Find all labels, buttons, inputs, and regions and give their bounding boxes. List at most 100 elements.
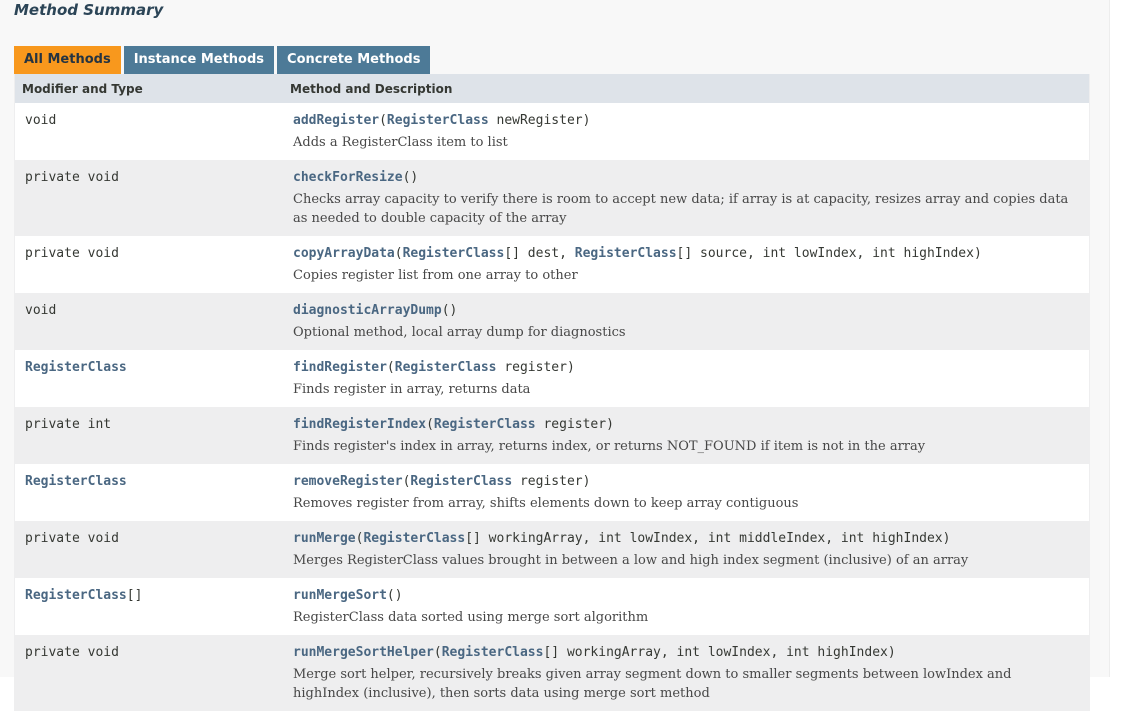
type-text: void bbox=[25, 113, 57, 128]
param-type-link[interactable]: RegisterClass bbox=[442, 645, 544, 660]
method-name-link[interactable]: findRegisterIndex bbox=[293, 417, 426, 432]
param-type-link[interactable]: RegisterClass bbox=[403, 246, 505, 261]
modifier-and-type: private int bbox=[15, 417, 293, 456]
method-description: Adds a RegisterClass item to list bbox=[293, 135, 508, 150]
signature-text: newRegister) bbox=[488, 113, 591, 128]
method-signature: findRegister(RegisterClass register) bbox=[293, 360, 1079, 376]
tab-all-methods[interactable]: All Methods bbox=[14, 46, 121, 74]
method-name-link[interactable]: findRegister bbox=[293, 360, 387, 375]
modifier-and-type: RegisterClass bbox=[15, 474, 293, 513]
method-signature: checkForResize() bbox=[293, 170, 1079, 186]
method-and-description: runMerge(RegisterClass[] workingArray, i… bbox=[293, 531, 1089, 570]
method-name-link[interactable]: addRegister bbox=[293, 113, 379, 128]
modifier-and-type: private void bbox=[15, 170, 293, 228]
column-header-method-description: Method and Description bbox=[290, 81, 453, 96]
method-description: Optional method, local array dump for di… bbox=[293, 325, 626, 340]
param-type-link[interactable]: RegisterClass bbox=[575, 246, 677, 261]
modifier-and-type: private void bbox=[15, 531, 293, 570]
type-text: private void bbox=[25, 645, 119, 660]
modifier-and-type: private void bbox=[15, 645, 293, 703]
type-text: private void bbox=[25, 246, 119, 261]
method-description: RegisterClass data sorted using merge so… bbox=[293, 610, 649, 625]
section-title: Method Summary bbox=[14, 1, 164, 19]
column-header-modifier-type: Modifier and Type bbox=[22, 81, 143, 96]
table-row: private void checkForResize() Checks array… bbox=[15, 160, 1089, 236]
method-signature: findRegisterIndex(RegisterClass register… bbox=[293, 417, 1079, 433]
tab-instance-methods[interactable]: Instance Methods bbox=[123, 46, 275, 74]
signature-text: [] source, int lowIndex, int highIndex) bbox=[676, 246, 982, 261]
param-type-link[interactable]: RegisterClass bbox=[434, 417, 536, 432]
method-signature: addRegister(RegisterClass newRegister) bbox=[293, 113, 1079, 129]
signature-text: ( bbox=[426, 417, 434, 432]
method-and-description: findRegister(RegisterClass register) Find… bbox=[293, 360, 1089, 399]
modifier-and-type: void bbox=[15, 303, 293, 342]
type-text: private int bbox=[25, 417, 112, 432]
method-name-link[interactable]: copyArrayData bbox=[293, 246, 395, 261]
method-signature: copyArrayData(RegisterClass[] dest, Regi… bbox=[293, 246, 1079, 262]
method-and-description: runMergeSortHelper(RegisterClass[] worki… bbox=[293, 645, 1089, 703]
method-description: Copies register list from one array to o… bbox=[293, 268, 578, 283]
method-and-description: checkForResize() Checks array capacity to… bbox=[293, 170, 1089, 228]
method-summary-table: Modifier and Type Method and Description… bbox=[14, 74, 1090, 711]
modifier-and-type: private void bbox=[15, 246, 293, 285]
signature-text: ( bbox=[394, 246, 403, 261]
method-description: Checks array capacity to verify there is… bbox=[293, 192, 1069, 226]
method-description: Finds register in array, returns data bbox=[293, 382, 531, 397]
method-and-description: addRegister(RegisterClass newRegister) Ad… bbox=[293, 113, 1089, 152]
table-row: RegisterClass removeRegister(RegisterClas… bbox=[15, 464, 1089, 521]
table-row: private int findRegisterIndex(RegisterCla… bbox=[15, 407, 1089, 464]
param-type-link[interactable]: RegisterClass bbox=[363, 531, 465, 546]
method-summary-panel: Method Summary All Methods Instance Meth… bbox=[0, 0, 1110, 711]
table-header: Modifier and Type Method and Description bbox=[15, 74, 1089, 103]
signature-text: () bbox=[402, 170, 419, 185]
method-signature: runMergeSort() bbox=[293, 588, 1079, 604]
type-link[interactable]: RegisterClass bbox=[25, 474, 127, 489]
method-description: Finds register's index in array, returns… bbox=[293, 439, 926, 454]
param-type-link[interactable]: RegisterClass bbox=[395, 360, 497, 375]
method-signature: runMergeSortHelper(RegisterClass[] worki… bbox=[293, 645, 1079, 661]
method-signature: removeRegister(RegisterClass register) bbox=[293, 474, 1079, 490]
signature-text: register) bbox=[535, 417, 614, 432]
table-row: private void runMergeSortHelper(RegisterC… bbox=[15, 635, 1089, 711]
method-and-description: diagnosticArrayDump() Optional method, lo… bbox=[293, 303, 1089, 342]
method-name-link[interactable]: runMergeSort bbox=[293, 588, 387, 603]
modifier-and-type: RegisterClass bbox=[15, 360, 293, 399]
table-row: void addRegister(RegisterClass newRegiste… bbox=[15, 103, 1089, 160]
method-name-link[interactable]: runMerge bbox=[293, 531, 356, 546]
method-and-description: runMergeSort() RegisterClass data sorted … bbox=[293, 588, 1089, 627]
method-description: Removes register from array, shifts elem… bbox=[293, 496, 799, 511]
type-text: private void bbox=[25, 531, 119, 546]
table-body: void addRegister(RegisterClass newRegiste… bbox=[15, 103, 1089, 711]
modifier-and-type: void bbox=[15, 113, 293, 152]
signature-text: ( bbox=[386, 360, 395, 375]
type-suffix: [] bbox=[126, 588, 143, 603]
modifier-and-type: RegisterClass[] bbox=[15, 588, 293, 627]
type-link[interactable]: RegisterClass bbox=[25, 360, 127, 375]
method-signature: diagnosticArrayDump() bbox=[293, 303, 1079, 319]
method-description: Merge sort helper, recursively breaks gi… bbox=[293, 667, 1012, 701]
signature-text: register) bbox=[496, 360, 575, 375]
param-type-link[interactable]: RegisterClass bbox=[387, 113, 489, 128]
signature-text: () bbox=[386, 588, 403, 603]
signature-text: () bbox=[441, 303, 458, 318]
param-type-link[interactable]: RegisterClass bbox=[410, 474, 512, 489]
method-name-link[interactable]: checkForResize bbox=[293, 170, 403, 185]
method-and-description: findRegisterIndex(RegisterClass register… bbox=[293, 417, 1089, 456]
method-description: Merges RegisterClass values brought in b… bbox=[293, 553, 969, 568]
table-row: private void runMerge(RegisterClass[] wor… bbox=[15, 521, 1089, 578]
signature-text: register) bbox=[512, 474, 591, 489]
method-and-description: copyArrayData(RegisterClass[] dest, Regi… bbox=[293, 246, 1089, 285]
signature-text: [] dest, bbox=[504, 246, 575, 261]
method-tabs: All Methods Instance Methods Concrete Me… bbox=[14, 46, 433, 74]
signature-text: ( bbox=[433, 645, 442, 660]
method-name-link[interactable]: diagnosticArrayDump bbox=[293, 303, 442, 318]
method-name-link[interactable]: runMergeSortHelper bbox=[293, 645, 434, 660]
signature-text: [] workingArray, int lowIndex, int highI… bbox=[543, 645, 896, 660]
table-row: RegisterClass findRegister(RegisterClass … bbox=[15, 350, 1089, 407]
table-row: RegisterClass[] runMergeSort() RegisterCla… bbox=[15, 578, 1089, 635]
type-text: private void bbox=[25, 170, 119, 185]
method-and-description: removeRegister(RegisterClass register) Re… bbox=[293, 474, 1089, 513]
tab-concrete-methods[interactable]: Concrete Methods bbox=[277, 46, 431, 74]
method-name-link[interactable]: removeRegister bbox=[293, 474, 403, 489]
type-link[interactable]: RegisterClass bbox=[25, 588, 127, 603]
